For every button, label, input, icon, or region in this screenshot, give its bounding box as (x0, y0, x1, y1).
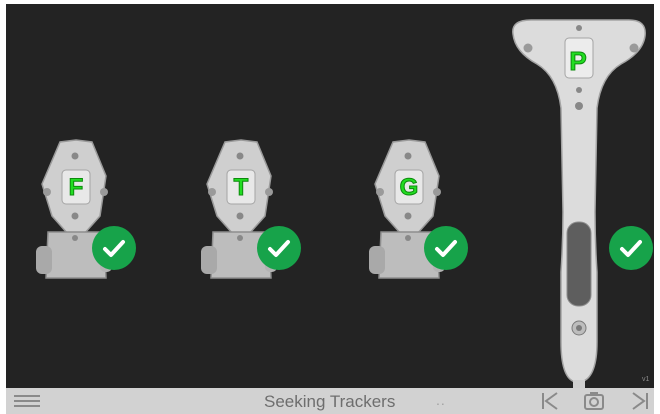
status-text: Seeking Trackers (264, 392, 396, 411)
app-window: F T G P v1 Seeking Trackers .. (6, 4, 654, 414)
check-icon (257, 226, 301, 270)
camera-button[interactable] (583, 391, 605, 411)
check-icon (609, 226, 653, 270)
menu-button[interactable] (14, 392, 40, 410)
menu-icon (14, 395, 40, 397)
check-icon (92, 226, 136, 270)
tracker-letter: G (399, 174, 419, 202)
tracker-scene: F T G P v1 (6, 4, 654, 388)
footer-bar: Seeking Trackers .. (6, 388, 654, 414)
probe-p: P (501, 12, 651, 388)
previous-button[interactable] (539, 391, 561, 411)
tracker-letter: T (233, 174, 249, 202)
camera-icon (584, 392, 604, 410)
tracker-letter: F (68, 174, 84, 202)
menu-icon (14, 405, 40, 407)
check-icon (424, 226, 468, 270)
previous-icon (542, 392, 558, 410)
version-label: v1 (642, 376, 650, 383)
progress-dots: .. (436, 392, 446, 408)
probe-letter: P (569, 46, 587, 77)
next-button[interactable] (629, 391, 651, 411)
next-icon (632, 392, 648, 410)
menu-icon (14, 400, 40, 402)
